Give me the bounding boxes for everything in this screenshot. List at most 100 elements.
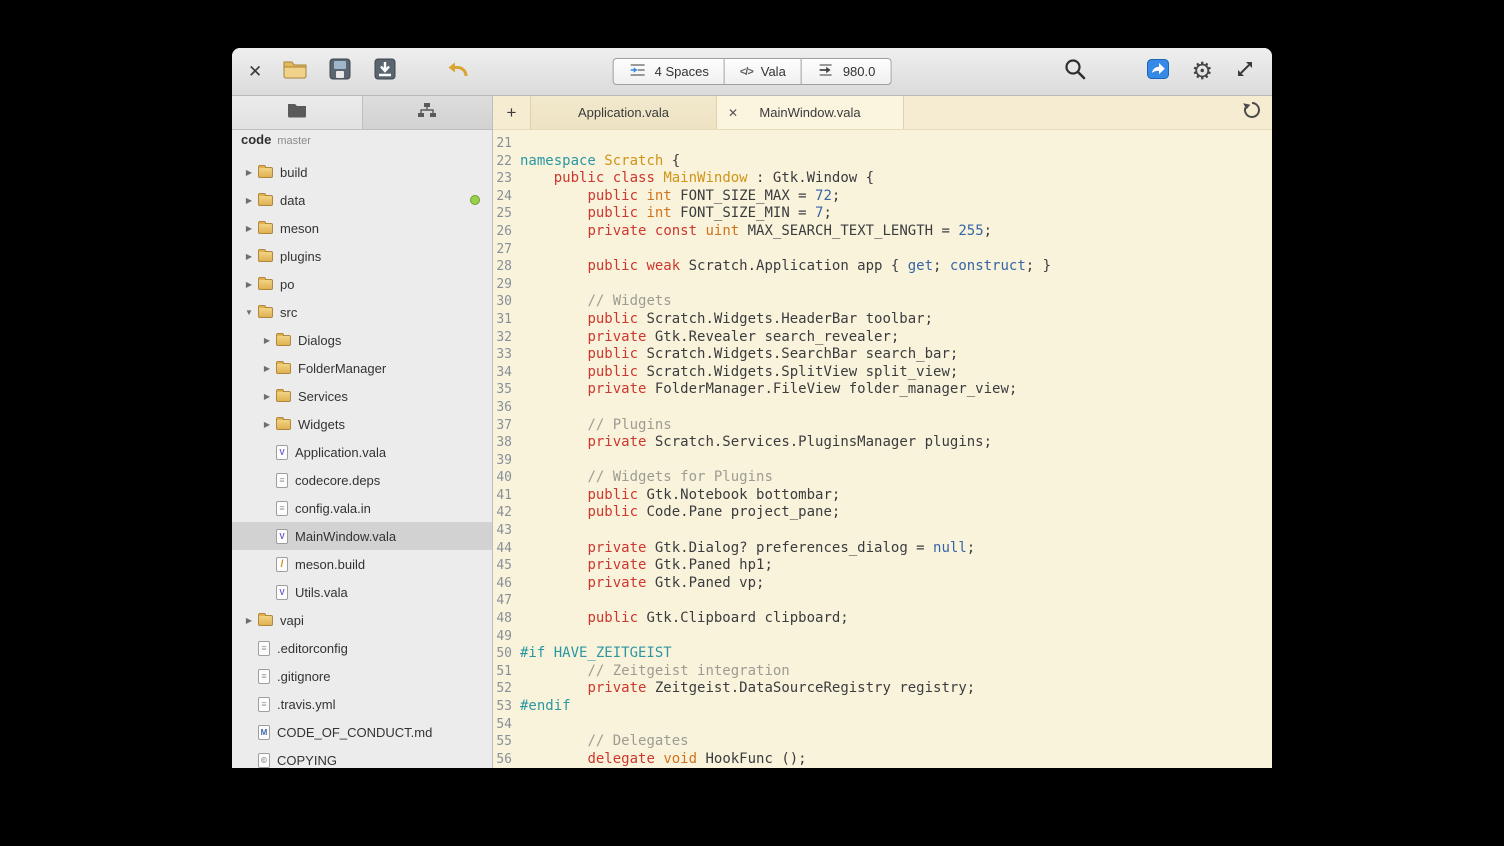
text-file-icon: ≡ [258,697,270,712]
code-line: 23 public class MainWindow : Gtk.Window … [493,170,1272,188]
code-text: // Plugins [520,417,672,435]
line-number: 46 [493,575,520,593]
code-line: 50#if HAVE_ZEITGEIST [493,645,1272,663]
code-text: // Delegates [520,733,689,751]
sidebar-tab-files[interactable] [232,96,362,129]
tree-item-MainWindow.vala[interactable]: VMainWindow.vala [232,522,492,550]
tree-item-.travis.yml[interactable]: ≡ .travis.yml [232,690,492,718]
expand-arrow[interactable]: ▶ [242,252,256,261]
expand-arrow[interactable]: ▶ [242,196,256,205]
sidebar-tab-outline[interactable] [362,96,493,129]
indent-icon [629,63,647,80]
tree-item-label: Application.vala [295,445,386,460]
desktop-background: ✕ [0,0,1504,846]
code-line: 21 [493,135,1272,153]
line-number: 33 [493,346,520,364]
code-line: 45 private Gtk.Paned hp1; [493,557,1272,575]
folder-icon [258,307,273,318]
share-button[interactable] [1146,57,1170,86]
open-folder-button[interactable] [283,59,307,84]
tree-item-build[interactable]: ▶build [232,158,492,186]
download-icon [373,57,397,86]
code-text: #endif [520,698,571,716]
indent-width-button[interactable]: 4 Spaces [613,58,725,85]
goto-line-button[interactable]: 980.0 [802,58,892,85]
tree-item-meson.build[interactable]: /meson.build [232,550,492,578]
text-file-icon: ≡ [258,669,270,684]
code-text: private FolderManager.FileView folder_ma… [520,381,1017,399]
save-as-button[interactable] [328,57,352,86]
code-line: 28 public weak Scratch.Application app {… [493,258,1272,276]
tree-item-meson[interactable]: ▶meson [232,214,492,242]
tree-item-COPYING[interactable]: ©COPYING [232,746,492,768]
toolbar-center: 4 Spaces </> Vala 980.0 [613,58,892,85]
revert-button[interactable] [446,58,470,85]
tree-item-codecore.deps[interactable]: ≡codecore.deps [232,466,492,494]
line-number: 24 [493,188,520,206]
tree-item-.editorconfig[interactable]: ≡.editorconfig [232,634,492,662]
tree-item-label: Widgets [298,417,345,432]
tree-item-po[interactable]: ▶po [232,270,492,298]
download-button[interactable] [373,57,397,86]
markdown-file-icon: M [258,725,270,740]
expand-arrow[interactable]: ▶ [260,392,274,401]
code-line: 22namespace Scratch { [493,153,1272,171]
code-line: 36 [493,399,1272,417]
vala-file-icon: V [276,585,288,600]
tab-MainWindow.vala[interactable]: ✕MainWindow.vala [717,96,904,129]
tab-bar: + Application.vala ✕MainWindow.vala [493,96,1272,130]
project-header[interactable]: code master [232,132,492,158]
tab-close-icon[interactable]: ✕ [728,106,738,120]
language-button[interactable]: </> Vala [725,58,802,85]
code-text: // Widgets for Plugins [520,469,773,487]
new-tab-button[interactable]: + [493,96,530,129]
tree-item-Widgets[interactable]: ▶ Widgets [232,410,492,438]
tree-item-FolderManager[interactable]: ▶FolderManager [232,354,492,382]
tree-item-CODE_OF_CONDUCT.md[interactable]: MCODE_OF_CONDUCT.md [232,718,492,746]
fullscreen-button[interactable] [1234,58,1256,85]
line-number: 25 [493,205,520,223]
code-text: public int FONT_SIZE_MIN = 7; [520,205,832,223]
tree-item-plugins[interactable]: ▶plugins [232,242,492,270]
text-file-icon: ≡ [258,641,270,656]
expand-arrow[interactable]: ▶ [242,280,256,289]
code-text: public Gtk.Clipboard clipboard; [520,610,849,628]
tab-label: Application.vala [578,105,669,120]
tree-item-src[interactable]: ▼src [232,298,492,326]
expand-arrow[interactable]: ▶ [242,224,256,233]
folder-icon [276,391,291,402]
expand-arrow[interactable]: ▶ [260,420,274,429]
tree-item-config.vala.in[interactable]: ≡config.vala.in [232,494,492,522]
close-button[interactable]: ✕ [248,63,262,80]
tree-item-Utils.vala[interactable]: VUtils.vala [232,578,492,606]
code-line: 25 public int FONT_SIZE_MIN = 7; [493,205,1272,223]
code-line: 48 public Gtk.Clipboard clipboard; [493,610,1272,628]
tree-item-label: .travis.yml [277,697,336,712]
tree-item-.gitignore[interactable]: ≡ .gitignore [232,662,492,690]
collapse-arrow[interactable]: ▼ [242,308,256,317]
code-text: public Gtk.Notebook bottombar; [520,487,840,505]
tree-item-label: MainWindow.vala [295,529,396,544]
tree-item-label: .gitignore [277,669,330,684]
tree-item-vapi[interactable]: ▶vapi [232,606,492,634]
code-area[interactable]: 2122namespace Scratch {23 public class M… [493,130,1272,768]
code-line: 56 delegate void HookFunc (); [493,751,1272,768]
tree-item-Services[interactable]: ▶Services [232,382,492,410]
expand-arrow[interactable]: ▶ [260,364,274,373]
tree-item-Dialogs[interactable]: ▶ Dialogs [232,326,492,354]
tab-Application.vala[interactable]: Application.vala [530,96,717,129]
settings-button[interactable]: ⚙ [1191,60,1213,84]
expand-arrow[interactable]: ▶ [242,168,256,177]
folder-icon [258,167,273,178]
expand-arrow[interactable]: ▶ [242,616,256,625]
tree-item-label: config.vala.in [295,501,371,516]
tree-item-Application.vala[interactable]: VApplication.vala [232,438,492,466]
tree-item-label: Dialogs [298,333,341,348]
code-text: public weak Scratch.Application app { ge… [520,258,1051,276]
search-button[interactable] [1063,57,1087,86]
expand-arrow[interactable]: ▶ [260,336,274,345]
code-text: // Zeitgeist integration [520,663,790,681]
code-text: private Gtk.Dialog? preferences_dialog =… [520,540,975,558]
tree-item-data[interactable]: ▶data [232,186,492,214]
history-button[interactable] [1242,100,1262,125]
